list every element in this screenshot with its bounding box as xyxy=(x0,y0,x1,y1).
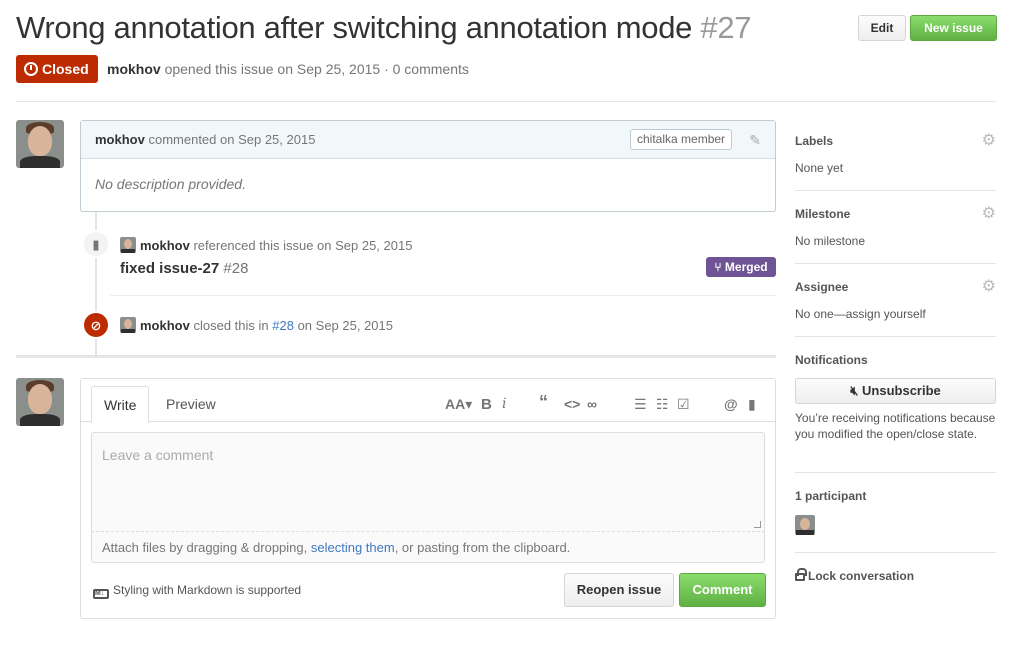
milestone-value: No milestone xyxy=(795,234,866,248)
lock-conversation[interactable]: Lock conversation xyxy=(795,568,996,583)
issue-meta-text: mokhov opened this issue on Sep 25, 2015… xyxy=(107,61,469,77)
sidebar-divider xyxy=(795,336,996,337)
select-files-link[interactable]: selecting them xyxy=(311,540,395,555)
issue-header: Wrong annotation after switching annotat… xyxy=(16,8,997,52)
avatar[interactable] xyxy=(16,120,64,168)
labels-value: None yet xyxy=(795,161,844,175)
avatar[interactable] xyxy=(16,378,64,426)
bold-icon[interactable]: B xyxy=(481,396,492,413)
sidebar-divider xyxy=(795,552,996,553)
comment-textarea[interactable]: Leave a comment xyxy=(91,432,765,532)
gear-icon[interactable]: ⚙ xyxy=(982,206,996,222)
notifications-title: Notifications xyxy=(795,353,868,367)
bullet-list-icon[interactable]: ☰ xyxy=(634,396,647,413)
comment-action: commented on Sep 25, 2015 xyxy=(148,132,316,147)
assignee-section: Assignee ⚙ No one—assign yourself xyxy=(795,279,996,322)
markdown-icon: M↓ xyxy=(93,589,109,599)
numbered-list-icon[interactable]: ☷ xyxy=(656,396,669,413)
closing-pr-link[interactable]: #28 xyxy=(272,318,294,333)
issue-title: Wrong annotation after switching annotat… xyxy=(16,10,752,46)
unsubscribe-button[interactable]: 🔇︎ Unsubscribe xyxy=(795,378,996,404)
assignee-title: Assignee xyxy=(795,280,849,294)
lock-label[interactable]: Lock conversation xyxy=(808,569,914,583)
mute-icon: 🔇︎ xyxy=(850,383,859,398)
merge-icon: ⑂ xyxy=(714,260,722,274)
comment-form: Write Preview AA▾ B i “ <> ∞ ☰ ☷ ☑ @ ▮ L… xyxy=(80,378,776,619)
participants-title: 1 participant xyxy=(795,489,867,503)
mention-icon[interactable]: @ xyxy=(724,396,738,412)
quote-icon[interactable]: “ xyxy=(539,392,548,413)
sidebar-divider xyxy=(795,263,996,264)
event-action: closed this in xyxy=(193,318,269,333)
issue-title-text: Wrong annotation after switching annotat… xyxy=(16,10,693,45)
sidebar-divider xyxy=(795,472,996,473)
italic-icon[interactable]: i xyxy=(502,396,506,412)
reopen-issue-button[interactable]: Reopen issue xyxy=(564,573,674,607)
issue-comment: mokhov commented on Sep 25, 2015 chitalk… xyxy=(80,120,776,212)
issue-number: #27 xyxy=(700,10,752,45)
event-author[interactable]: mokhov xyxy=(140,318,190,333)
attach-text-after: , or pasting from the clipboard. xyxy=(394,540,571,555)
milestone-title: Milestone xyxy=(795,207,851,221)
edit-button[interactable]: Edit xyxy=(858,15,906,41)
closed-event: mokhov closed this in #28 on Sep 25, 201… xyxy=(120,317,393,333)
resize-handle-icon[interactable] xyxy=(754,521,761,528)
gear-icon[interactable]: ⚙ xyxy=(982,133,996,149)
markdown-note[interactable]: M↓ Styling with Markdown is supported xyxy=(93,583,301,599)
pencil-icon[interactable]: ✎ xyxy=(749,132,761,149)
new-issue-button[interactable]: New issue xyxy=(910,15,997,41)
attach-text-before: Attach files by dragging & dropping, xyxy=(102,540,308,555)
comment-button[interactable]: Comment xyxy=(679,573,766,607)
editor-tabs: Write Preview AA▾ B i “ <> ∞ ☰ ☷ ☑ @ ▮ xyxy=(81,379,775,423)
attach-files-bar[interactable]: Attach files by dragging & dropping, sel… xyxy=(91,532,765,563)
link-icon[interactable]: ∞ xyxy=(587,396,597,412)
referenced-pr-name[interactable]: fixed issue-27 xyxy=(120,260,219,277)
avatar[interactable] xyxy=(120,237,136,253)
comment-body: No description provided. xyxy=(95,176,246,192)
referenced-pr-number[interactable]: #28 xyxy=(223,260,248,277)
reference-event: mokhov referenced this issue on Sep 25, … xyxy=(120,237,412,253)
labels-section: Labels ⚙ None yet xyxy=(795,133,996,176)
tab-preview[interactable]: Preview xyxy=(154,386,228,423)
event-divider xyxy=(110,295,776,296)
event-author[interactable]: mokhov xyxy=(140,238,190,253)
issue-closed-icon xyxy=(24,62,38,76)
sidebar-divider xyxy=(795,190,996,191)
markdown-note-label: Styling with Markdown is supported xyxy=(113,583,302,597)
gear-icon[interactable]: ⚙ xyxy=(982,279,996,295)
comment-header: mokhov commented on Sep 25, 2015 chitalk… xyxy=(81,121,775,159)
issue-opened-text: opened this issue on Sep 25, 2015 · 0 co… xyxy=(164,61,469,77)
lock-icon xyxy=(795,568,807,581)
issue-author[interactable]: mokhov xyxy=(107,61,161,77)
tab-write[interactable]: Write xyxy=(91,386,150,423)
reference-icon[interactable]: ▮ xyxy=(748,396,756,413)
referenced-pr-title[interactable]: fixed issue-27 #28 xyxy=(120,260,248,277)
labels-title: Labels xyxy=(795,134,834,148)
unsubscribe-label: Unsubscribe xyxy=(862,383,941,398)
merged-badge: ⑂ Merged xyxy=(706,257,776,277)
comment-placeholder: Leave a comment xyxy=(102,447,214,463)
merged-badge-label: Merged xyxy=(724,260,768,274)
event-date: on Sep 25, 2015 xyxy=(297,318,393,333)
comment-author[interactable]: mokhov xyxy=(95,132,145,147)
code-icon[interactable]: <> xyxy=(564,396,580,412)
status-badge-label: Closed xyxy=(42,61,89,77)
bookmark-icon: ▮ xyxy=(82,230,110,258)
issue-meta: Closed mokhov opened this issue on Sep 2… xyxy=(16,55,716,83)
notifications-section: Notifications 🔇︎ Unsubscribe You’re rece… xyxy=(795,353,996,442)
task-list-icon[interactable]: ☑ xyxy=(677,396,690,413)
participant-avatar[interactable] xyxy=(795,515,815,535)
milestone-section: Milestone ⚙ No milestone xyxy=(795,206,996,249)
header-divider xyxy=(16,101,996,102)
text-size-icon[interactable]: AA▾ xyxy=(445,396,472,413)
avatar[interactable] xyxy=(120,317,136,333)
member-badge: chitalka member xyxy=(630,129,733,150)
assignee-value[interactable]: No one—assign yourself xyxy=(795,306,996,322)
event-action: referenced this issue on Sep 25, 2015 xyxy=(193,238,413,253)
notifications-text: You’re receiving notifications because y… xyxy=(795,411,996,441)
closed-circle-slash-icon: ⊘ xyxy=(82,311,110,339)
timeline-end-divider xyxy=(16,355,776,358)
status-badge: Closed xyxy=(16,55,98,83)
participants-section: 1 participant xyxy=(795,489,996,535)
